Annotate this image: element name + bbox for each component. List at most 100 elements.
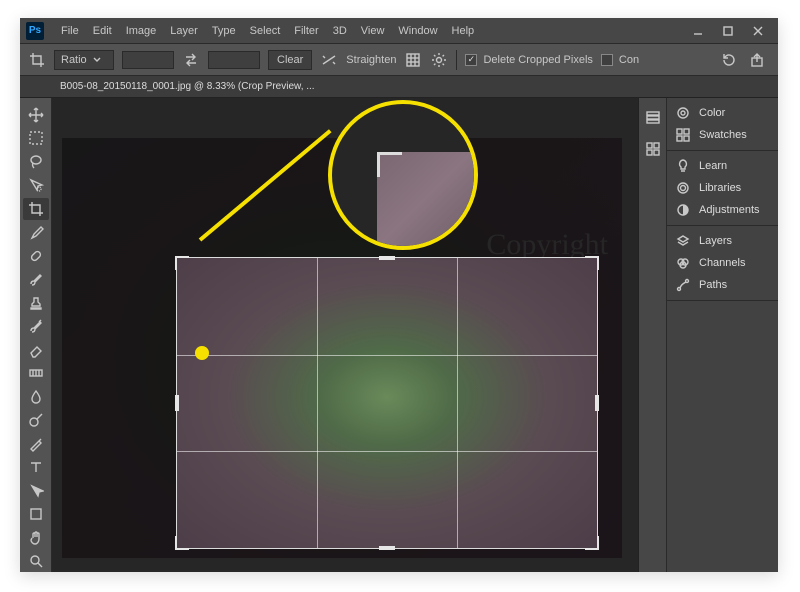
- collapsed-panel-strip: [639, 98, 667, 572]
- clear-button[interactable]: Clear: [268, 50, 312, 70]
- document-tab[interactable]: B005-08_20150118_0001.jpg @ 8.33% (Crop …: [60, 81, 315, 92]
- menu-window[interactable]: Window: [391, 18, 444, 44]
- panel-tab-paths[interactable]: Paths: [667, 274, 778, 296]
- crop-handle-left[interactable]: [175, 395, 179, 411]
- panel-tab-learn[interactable]: Learn: [667, 155, 778, 177]
- move-tool[interactable]: [23, 104, 49, 126]
- crop-marquee[interactable]: [177, 258, 597, 548]
- panel-tab-channels[interactable]: Channels: [667, 252, 778, 274]
- stamp-tool[interactable]: [23, 292, 49, 314]
- aspect-ratio-label: Ratio: [61, 54, 87, 66]
- marquee-tool[interactable]: [23, 128, 49, 150]
- eyedropper-tool[interactable]: [23, 222, 49, 244]
- grid-line: [457, 258, 458, 548]
- zoom-callout-image: [377, 152, 474, 246]
- menu-edit[interactable]: Edit: [86, 18, 119, 44]
- panel-tab-libraries[interactable]: Libraries: [667, 177, 778, 199]
- properties-panel-icon[interactable]: [644, 140, 662, 158]
- panel-tab-layers[interactable]: Layers: [667, 230, 778, 252]
- share-icon[interactable]: [748, 51, 766, 69]
- menu-type[interactable]: Type: [205, 18, 243, 44]
- crop-handle-right[interactable]: [595, 395, 599, 411]
- document-tab-bar: B005-08_20150118_0001.jpg @ 8.33% (Crop …: [20, 76, 778, 98]
- crop-handle-top-right[interactable]: [585, 256, 599, 270]
- eraser-tool[interactable]: [23, 339, 49, 361]
- crop-tool[interactable]: [23, 198, 49, 220]
- swap-wh-icon[interactable]: [182, 51, 200, 69]
- crop-handle-bottom[interactable]: [379, 546, 395, 550]
- chevron-down-icon: [93, 56, 101, 64]
- maximize-button[interactable]: [722, 25, 734, 37]
- panel-group-color: Color Swatches: [667, 98, 778, 151]
- menu-layer[interactable]: Layer: [163, 18, 205, 44]
- brush-tool[interactable]: [23, 269, 49, 291]
- content-aware-checkbox[interactable]: Con: [601, 54, 639, 66]
- grid-line: [317, 258, 318, 548]
- menu-3d[interactable]: 3D: [326, 18, 354, 44]
- crop-options-bar: Ratio Clear Straighten Delete Cropped Pi…: [20, 44, 778, 76]
- type-tool[interactable]: [23, 457, 49, 479]
- grid-line: [177, 355, 597, 356]
- close-button[interactable]: [752, 25, 764, 37]
- right-dock: Color Swatches Learn Libraries: [638, 98, 778, 572]
- tools-panel: [20, 98, 52, 572]
- path-select-tool[interactable]: [23, 480, 49, 502]
- panel-tab-swatches[interactable]: Swatches: [667, 124, 778, 146]
- workspace-body: Copyright: [20, 98, 778, 572]
- delete-cropped-checkbox[interactable]: Delete Cropped Pixels: [465, 54, 592, 66]
- crop-handle-bottom-left[interactable]: [175, 536, 189, 550]
- checkbox-icon: [601, 54, 613, 66]
- blur-tool[interactable]: [23, 386, 49, 408]
- swatches-icon: [675, 127, 691, 143]
- shape-tool[interactable]: [23, 504, 49, 526]
- aspect-ratio-select[interactable]: Ratio: [54, 50, 114, 70]
- pen-tool[interactable]: [23, 433, 49, 455]
- quick-select-tool[interactable]: [23, 175, 49, 197]
- menu-filter[interactable]: Filter: [287, 18, 325, 44]
- adjustments-icon: [675, 202, 691, 218]
- canvas[interactable]: Copyright: [52, 98, 638, 572]
- gradient-tool[interactable]: [23, 363, 49, 385]
- panel-group-layers: Layers Channels Paths: [667, 226, 778, 301]
- hand-tool[interactable]: [23, 527, 49, 549]
- menu-help[interactable]: Help: [445, 18, 482, 44]
- layers-icon: [675, 233, 691, 249]
- crop-handle-top[interactable]: [379, 256, 395, 260]
- history-brush-tool[interactable]: [23, 316, 49, 338]
- callout-anchor-dot: [195, 346, 209, 360]
- crop-settings-icon[interactable]: [430, 51, 448, 69]
- straighten-icon[interactable]: [320, 51, 338, 69]
- zoom-tool[interactable]: [23, 551, 49, 573]
- overlay-grid-icon[interactable]: [404, 51, 422, 69]
- paths-icon: [675, 277, 691, 293]
- panel-group-learn: Learn Libraries Adjustments: [667, 151, 778, 226]
- straighten-label: Straighten: [346, 54, 396, 66]
- panel-tab-adjustments[interactable]: Adjustments: [667, 199, 778, 221]
- crop-width-field[interactable]: [122, 51, 174, 69]
- menu-file[interactable]: File: [54, 18, 86, 44]
- minimize-button[interactable]: [692, 25, 704, 37]
- crop-handle-top-left[interactable]: [175, 256, 189, 270]
- lasso-tool[interactable]: [23, 151, 49, 173]
- panel-tab-color[interactable]: Color: [667, 102, 778, 124]
- grid-line: [177, 451, 597, 452]
- history-panel-icon[interactable]: [644, 108, 662, 126]
- crop-tool-icon: [28, 51, 46, 69]
- dodge-tool[interactable]: [23, 410, 49, 432]
- color-wheel-icon: [675, 105, 691, 121]
- cc-libraries-icon: [675, 180, 691, 196]
- zoom-callout: [328, 100, 478, 250]
- menubar: Ps File Edit Image Layer Type Select Fil…: [20, 18, 778, 44]
- healing-tool[interactable]: [23, 245, 49, 267]
- menu-image[interactable]: Image: [119, 18, 164, 44]
- panel-stack: Color Swatches Learn Libraries: [667, 98, 778, 572]
- menu-view[interactable]: View: [354, 18, 392, 44]
- reset-crop-icon[interactable]: [720, 51, 738, 69]
- crop-handle-bottom-right[interactable]: [585, 536, 599, 550]
- lightbulb-icon: [675, 158, 691, 174]
- crop-height-field[interactable]: [208, 51, 260, 69]
- window-controls: [692, 25, 772, 37]
- menu-select[interactable]: Select: [243, 18, 288, 44]
- photoshop-logo: Ps: [26, 22, 44, 40]
- channels-icon: [675, 255, 691, 271]
